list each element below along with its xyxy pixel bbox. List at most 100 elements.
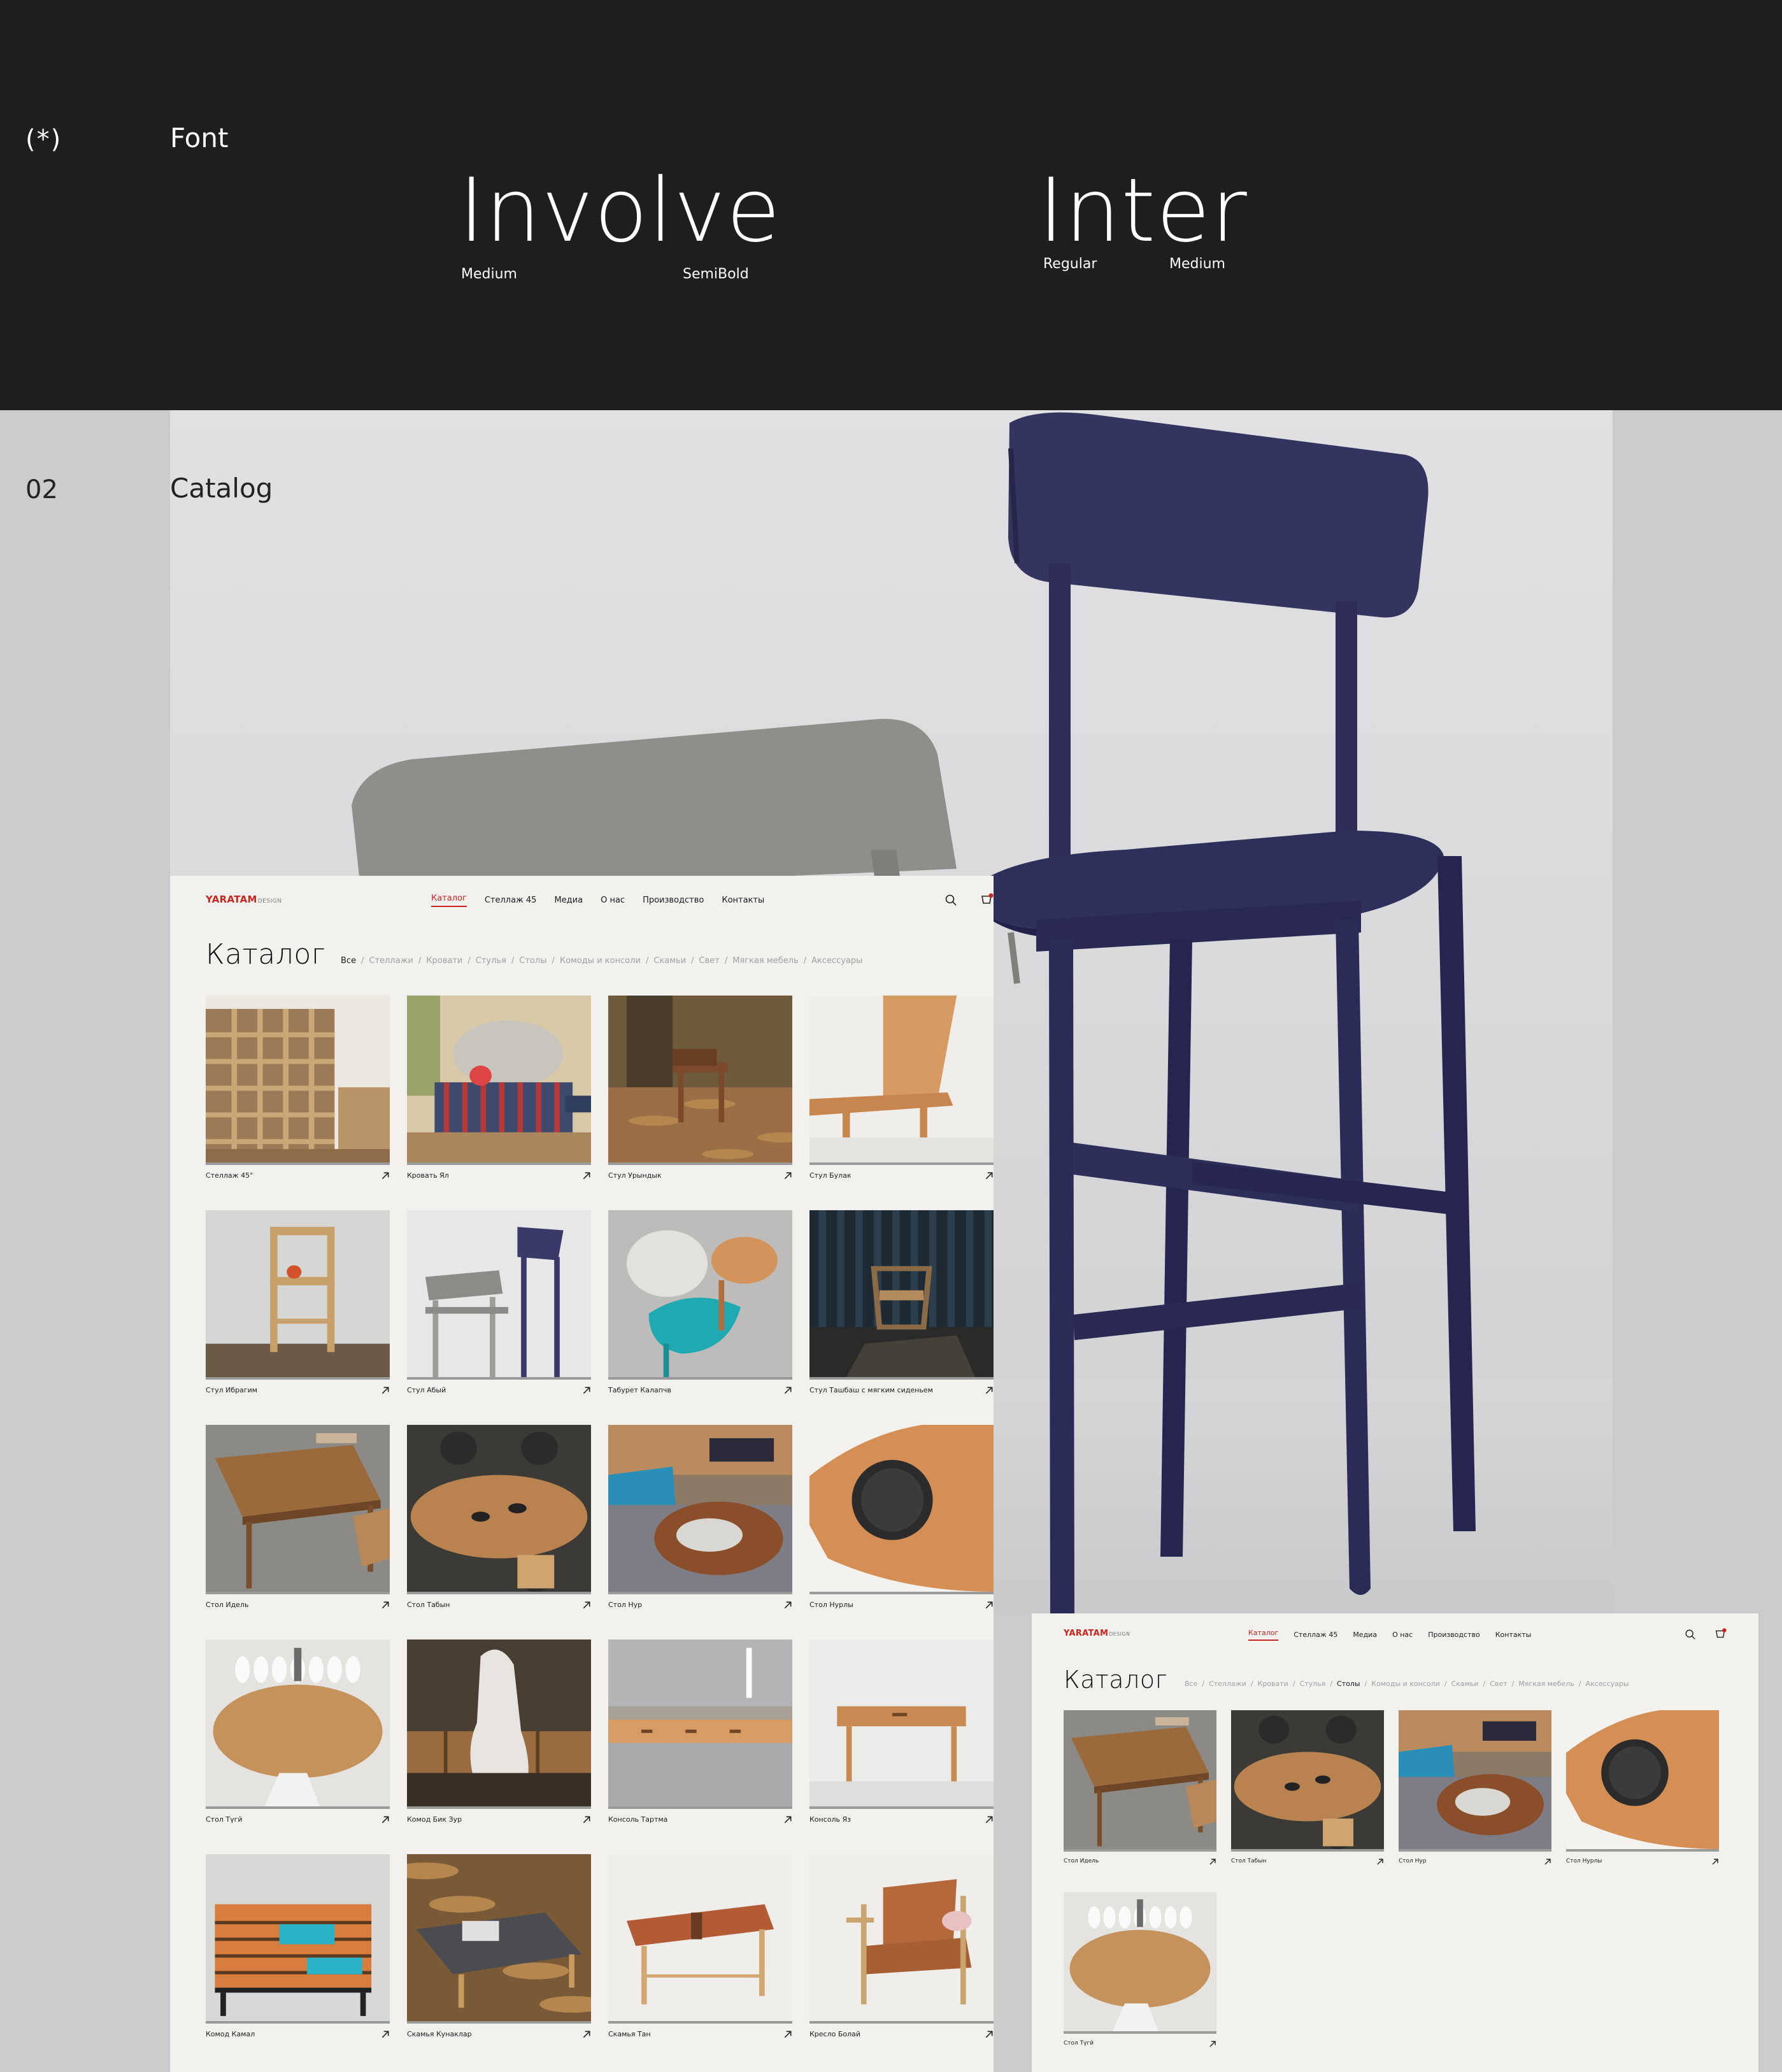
product-name[interactable]: Кровать Ял	[407, 1171, 449, 1180]
product-card[interactable]: Стол Табын	[407, 1425, 591, 1613]
filter-8[interactable]: Мягкая мебель	[1518, 1680, 1574, 1688]
nav-item-media[interactable]: Медиа	[554, 896, 583, 905]
product-name[interactable]: Стеллаж 45°	[206, 1171, 253, 1180]
product-card[interactable]: Табурет Калапчв	[608, 1210, 792, 1399]
product-card[interactable]: Кровать Ял	[407, 996, 591, 1184]
product-image[interactable]	[608, 1425, 792, 1594]
product-image[interactable]	[1064, 1892, 1216, 2034]
product-name[interactable]: Стол Түгй	[206, 1815, 243, 1824]
cart-icon[interactable]	[980, 892, 994, 906]
product-image[interactable]	[407, 1854, 591, 2024]
filter-3[interactable]: Стулья	[1300, 1680, 1326, 1688]
product-name[interactable]: Кресло Болай	[809, 2030, 860, 2038]
product-image[interactable]	[206, 1854, 390, 2024]
product-image[interactable]	[206, 1210, 390, 1380]
product-image[interactable]	[1231, 1710, 1384, 1852]
product-name[interactable]: Консоль Яз	[809, 1815, 851, 1824]
filter-6[interactable]: Скамьи	[653, 956, 686, 966]
arrow-up-right-icon[interactable]	[381, 1815, 390, 1824]
arrow-up-right-icon[interactable]	[582, 1386, 591, 1395]
product-card[interactable]: Стол Табын	[1231, 1710, 1384, 1871]
product-image[interactable]	[1566, 1710, 1719, 1852]
product-image[interactable]	[407, 996, 591, 1165]
product-name[interactable]: Комод Камал	[206, 2030, 255, 2038]
product-image[interactable]	[1399, 1710, 1551, 1852]
filter-5[interactable]: Комоды и консоли	[1371, 1680, 1440, 1688]
product-image[interactable]	[809, 996, 994, 1165]
product-card[interactable]: Стол Түгй	[206, 1640, 390, 1828]
product-name[interactable]: Стул Урындык	[608, 1171, 662, 1180]
product-image[interactable]	[809, 1425, 994, 1594]
arrow-up-right-icon[interactable]	[783, 1386, 792, 1395]
filter-5[interactable]: Комоды и консоли	[560, 956, 641, 966]
nav-item-about[interactable]: О нас	[1392, 1631, 1413, 1639]
product-card[interactable]: Стол Нур	[1399, 1710, 1551, 1871]
product-card[interactable]: Стол Идель	[1064, 1710, 1216, 1871]
arrow-up-right-icon[interactable]	[582, 1601, 591, 1610]
product-card[interactable]: Скамья Кунаклар	[407, 1854, 591, 2043]
filter-9[interactable]: Аксессуары	[811, 956, 862, 966]
product-name[interactable]: Комод Бик Зур	[407, 1815, 462, 1824]
product-card[interactable]: Стул Ташбаш с мягким сиденьем	[809, 1210, 994, 1399]
product-card[interactable]: Комод Бик Зур	[407, 1640, 591, 1828]
nav-item-production[interactable]: Производство	[643, 896, 704, 905]
product-image[interactable]	[206, 996, 390, 1165]
filter-4[interactable]: Столы	[1337, 1680, 1360, 1688]
arrow-up-right-icon[interactable]	[985, 1815, 994, 1824]
product-image[interactable]	[407, 1210, 591, 1380]
arrow-up-right-icon[interactable]	[1544, 1858, 1551, 1866]
filter-0[interactable]: Все	[1185, 1680, 1197, 1688]
product-name[interactable]: Стол Идель	[1064, 1858, 1099, 1864]
product-name[interactable]: Стол Табын	[1231, 1858, 1266, 1864]
product-card[interactable]: Консоль Яз	[809, 1640, 994, 1828]
product-card[interactable]: Стол Нурлы	[809, 1425, 994, 1613]
product-name[interactable]: Консоль Тартма	[608, 1815, 667, 1824]
filter-6[interactable]: Скамьи	[1451, 1680, 1479, 1688]
product-card[interactable]: Комод Камал	[206, 1854, 390, 2043]
product-image[interactable]	[608, 1210, 792, 1380]
site-logo[interactable]: YARATAMDESIGN	[1064, 1629, 1130, 1638]
product-name[interactable]: Табурет Калапчв	[608, 1386, 671, 1394]
product-card[interactable]: Скамья Тан	[608, 1854, 792, 2043]
nav-item-about[interactable]: О нас	[601, 896, 625, 905]
product-name[interactable]: Стул Ибрагим	[206, 1386, 257, 1394]
arrow-up-right-icon[interactable]	[1376, 1858, 1384, 1866]
arrow-up-right-icon[interactable]	[985, 1386, 994, 1395]
arrow-up-right-icon[interactable]	[985, 1171, 994, 1180]
product-name[interactable]: Стул Булак	[809, 1171, 852, 1180]
nav-item-production[interactable]: Производство	[1428, 1631, 1479, 1639]
product-card[interactable]: Стол Түгй	[1064, 1892, 1216, 2053]
product-name[interactable]: Скамья Кунаклар	[407, 2030, 472, 2038]
arrow-up-right-icon[interactable]	[783, 1815, 792, 1824]
arrow-up-right-icon[interactable]	[582, 1815, 591, 1824]
filter-0[interactable]: Все	[341, 956, 356, 966]
product-name[interactable]: Стол Түгй	[1064, 2040, 1094, 2047]
arrow-up-right-icon[interactable]	[985, 2030, 994, 2039]
product-name[interactable]: Стол Нурлы	[809, 1601, 853, 1609]
arrow-up-right-icon[interactable]	[381, 1386, 390, 1395]
product-card[interactable]: Стол Нурлы	[1566, 1710, 1719, 1871]
arrow-up-right-icon[interactable]	[1209, 2040, 1216, 2048]
product-image[interactable]	[809, 1210, 994, 1380]
product-name[interactable]: Стол Табын	[407, 1601, 450, 1609]
product-image[interactable]	[809, 1854, 994, 2024]
product-card[interactable]: Стеллаж 45°	[206, 996, 390, 1184]
product-image[interactable]	[809, 1640, 994, 1809]
product-name[interactable]: Стол Идель	[206, 1601, 248, 1609]
nav-item-catalog[interactable]: Каталог	[1248, 1629, 1279, 1641]
nav-item-contacts[interactable]: Контакты	[722, 896, 764, 905]
product-image[interactable]	[608, 996, 792, 1165]
product-card[interactable]: Консоль Тартма	[608, 1640, 792, 1828]
arrow-up-right-icon[interactable]	[783, 1171, 792, 1180]
nav-item-media[interactable]: Медиа	[1353, 1631, 1377, 1639]
filter-1[interactable]: Стеллажи	[1209, 1680, 1246, 1688]
filter-7[interactable]: Свет	[699, 956, 720, 966]
cart-icon[interactable]	[1714, 1627, 1727, 1640]
nav-item-contacts[interactable]: Контакты	[1495, 1631, 1532, 1639]
filter-1[interactable]: Стеллажи	[369, 956, 413, 966]
product-image[interactable]	[407, 1425, 591, 1594]
arrow-up-right-icon[interactable]	[381, 1171, 390, 1180]
product-image[interactable]	[206, 1425, 390, 1594]
product-card[interactable]: Стул Абый	[407, 1210, 591, 1399]
filter-2[interactable]: Кровати	[426, 956, 462, 966]
